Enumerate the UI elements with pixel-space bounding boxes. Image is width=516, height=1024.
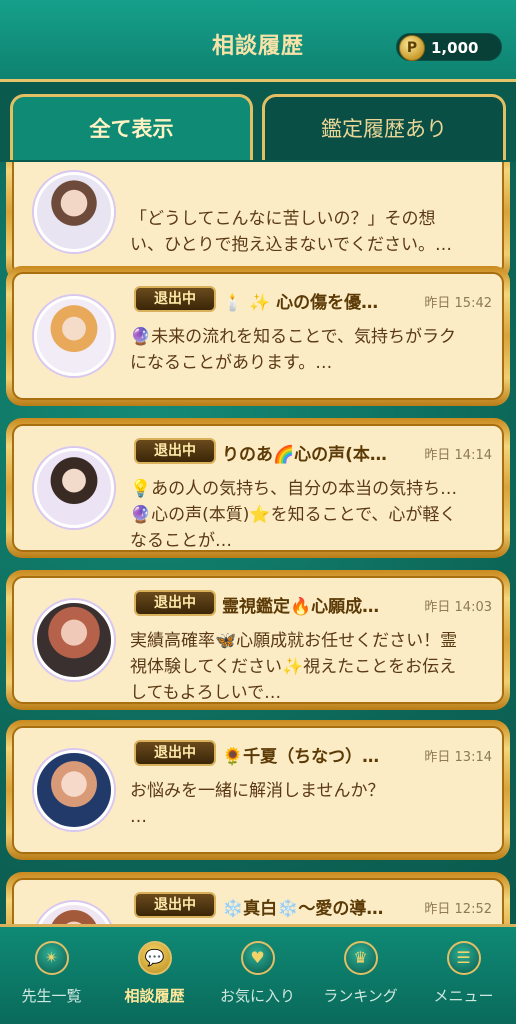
timestamp: 昨日 15:42 xyxy=(424,296,492,311)
avatar xyxy=(34,296,114,376)
conversation-card[interactable]: 退出中 りのあ🌈心の声(本… 昨日 14:14 💡あの人の気持ち、自分の本当の気… xyxy=(6,418,510,558)
chat-bubble-icon: 💬 xyxy=(137,941,172,975)
nav-favorites[interactable]: ♥ お気に入り xyxy=(206,941,309,1006)
app-header: 相談履歴 P 1,000 xyxy=(0,0,516,82)
compass-star-icon: ✴ xyxy=(34,941,69,975)
status-badge: 退出中 xyxy=(134,740,216,766)
card-body: 退出中 🌻千夏（ちなつ）… 昨日 13:14 お悩みを一緒に解消しませんか？ … xyxy=(12,726,504,854)
avatar xyxy=(34,902,114,924)
counselor-name: 霊視鑑定🔥心願成… xyxy=(222,597,380,617)
nav-ranking[interactable]: ♛ ランキング xyxy=(309,941,412,1006)
bottom-navigation: ✴ 先生一覧 💬 相談履歴 ♥ お気に入り ♛ ランキング ☰ メニュー xyxy=(0,924,516,1024)
nav-menu[interactable]: ☰ メニュー xyxy=(412,941,515,1006)
counselor-name: りのあ🌈心の声(本… xyxy=(222,445,387,465)
nav-label: 先生一覧 xyxy=(21,987,82,1005)
counselor-name: 🕯️ ✨ 心の傷を優… xyxy=(222,293,379,313)
status-badge: 退出中 xyxy=(134,286,216,312)
nav-label: メニュー xyxy=(433,987,494,1005)
card-body: 退出中 🕯️ ✨ 心の傷を優… 昨日 15:42 🔮未来の流れを知ることで、気持… xyxy=(12,272,504,400)
coin-icon: P xyxy=(399,35,425,61)
status-badge: 退出中 xyxy=(134,590,216,616)
conversation-list[interactable]: 「どうしてこんなに苦しいの？」その想い、ひとりで抱え込まないでください。… 退出… xyxy=(0,162,516,924)
message-preview: 💡あの人の気持ち、自分の本当の気持ち…🔮心の声(本質)⭐を知ることで、心が軽くな… xyxy=(130,479,458,551)
conversation-card[interactable]: 退出中 🌻千夏（ちなつ）… 昨日 13:14 お悩みを一緒に解消しませんか？ … xyxy=(6,720,510,860)
nav-counselors[interactable]: ✴ 先生一覧 xyxy=(0,941,103,1006)
points-balance[interactable]: P 1,000 xyxy=(396,33,502,61)
heart-icon: ♥ xyxy=(240,941,275,975)
timestamp: 昨日 12:52 xyxy=(424,902,492,917)
crown-icon: ♛ xyxy=(343,941,378,975)
tab-with-readings[interactable]: 鑑定履歴あり xyxy=(262,94,506,160)
timestamp: 昨日 14:14 xyxy=(424,448,492,463)
avatar xyxy=(34,750,114,830)
card-body: 「どうしてこんなに苦しいの？」その想い、ひとりで抱え込まないでください。… xyxy=(12,162,504,276)
message-preview: お悩みを一緒に解消しませんか？ … xyxy=(130,781,385,827)
nav-history[interactable]: 💬 相談履歴 xyxy=(103,941,206,1006)
status-badge: 退出中 xyxy=(134,438,216,464)
counselor-name: ❄️真白❄️〜愛の導… xyxy=(222,899,384,919)
conversation-card[interactable]: 退出中 霊視鑑定🔥心願成… 昨日 14:03 実績高確率🦋心願成就お任せください… xyxy=(6,570,510,710)
conversation-card[interactable]: 「どうしてこんなに苦しいの？」その想い、ひとりで抱え込まないでください。… xyxy=(6,162,510,282)
tab-all[interactable]: 全て表示 xyxy=(10,94,253,160)
avatar xyxy=(34,600,114,680)
message-preview: 実績高確率🦋心願成就お任せください！霊視体験してください✨視えたことをお伝えして… xyxy=(130,631,458,703)
nav-label: 相談履歴 xyxy=(124,987,185,1005)
message-preview: 🔮未来の流れを知ることで、気持ちがラクになることがあります。… xyxy=(130,327,456,373)
counselor-name: 🌻千夏（ちなつ）… xyxy=(222,747,380,767)
conversation-card[interactable]: 退出中 🕯️ ✨ 心の傷を優… 昨日 15:42 🔮未来の流れを知ることで、気持… xyxy=(6,266,510,406)
points-amount: 1,000 xyxy=(431,39,479,57)
nav-label: ランキング xyxy=(323,987,398,1005)
card-body: 退出中 りのあ🌈心の声(本… 昨日 14:14 💡あの人の気持ち、自分の本当の気… xyxy=(12,424,504,552)
timestamp: 昨日 13:14 xyxy=(424,750,492,765)
avatar xyxy=(34,172,114,252)
status-badge: 退出中 xyxy=(134,892,216,918)
card-body: 退出中 ❄️真白❄️〜愛の導… 昨日 12:52 xyxy=(12,878,504,924)
menu-list-icon: ☰ xyxy=(446,941,481,975)
app-root: 相談履歴 P 1,000 全て表示 鑑定履歴あり 「どうしてこんなに苦しいの？」… xyxy=(0,0,516,1024)
tab-bar: 全て表示 鑑定履歴あり xyxy=(0,82,516,162)
avatar xyxy=(34,448,114,528)
nav-label: お気に入り xyxy=(219,987,295,1005)
timestamp: 昨日 14:03 xyxy=(424,600,492,615)
conversation-card[interactable]: 退出中 ❄️真白❄️〜愛の導… 昨日 12:52 xyxy=(6,872,510,924)
card-body: 退出中 霊視鑑定🔥心願成… 昨日 14:03 実績高確率🦋心願成就お任せください… xyxy=(12,576,504,704)
